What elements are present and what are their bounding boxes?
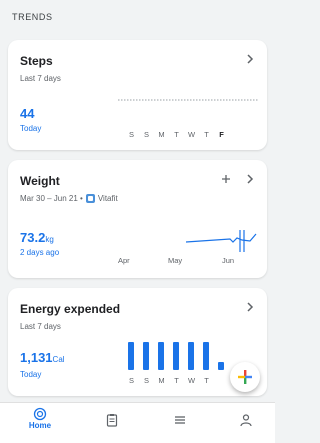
section-title: TRENDS xyxy=(12,12,53,22)
weight-date-text: Mar 30 – Jun 21 • xyxy=(20,194,83,203)
day-label: F xyxy=(219,130,224,139)
weight-trend-line xyxy=(185,230,257,252)
bottom-navigation: Home xyxy=(0,402,275,443)
chevron-right-icon[interactable] xyxy=(243,172,257,186)
steps-day-labels: S S M T W T F xyxy=(124,130,229,139)
nav-home-label: Home xyxy=(28,421,52,430)
add-icon[interactable] xyxy=(219,172,233,186)
energy-day-labels: S S M T W T xyxy=(124,376,214,385)
month-label: May xyxy=(168,256,183,265)
day-label: M xyxy=(158,376,165,385)
month-label: Jun xyxy=(222,256,235,265)
add-fab-button[interactable] xyxy=(230,362,260,392)
energy-bar xyxy=(218,362,224,370)
list-icon xyxy=(175,416,185,424)
month-label: Apr xyxy=(118,256,130,265)
weight-number: 73.2 xyxy=(20,230,46,245)
steps-value-label: Today xyxy=(20,124,42,133)
person-icon xyxy=(240,414,252,427)
energy-bar xyxy=(173,342,179,370)
nav-journal[interactable] xyxy=(92,413,132,427)
nav-browse[interactable] xyxy=(160,413,200,427)
steps-title: Steps xyxy=(20,54,53,68)
day-label: T xyxy=(204,376,209,385)
weight-card[interactable]: Weight Mar 30 – Jun 21 • Vitafit 73.2kg … xyxy=(8,160,267,278)
day-label: S xyxy=(143,130,149,139)
day-label: S xyxy=(143,376,149,385)
weight-source: Vitafit xyxy=(97,194,118,203)
energy-bar xyxy=(158,342,164,370)
nav-home[interactable]: Home xyxy=(20,407,60,430)
day-label: T xyxy=(174,130,179,139)
weight-unit: kg xyxy=(45,235,54,244)
energy-bar xyxy=(203,342,209,370)
day-label: T xyxy=(174,376,179,385)
weight-title: Weight xyxy=(20,174,60,188)
vitafit-app-icon xyxy=(85,194,95,203)
plus-icon xyxy=(238,370,252,384)
home-icon xyxy=(33,407,47,421)
steps-value: 44 xyxy=(20,106,35,121)
weight-value: 73.2kg xyxy=(20,230,54,245)
chevron-right-icon[interactable] xyxy=(243,52,257,66)
day-label: T xyxy=(204,130,209,139)
steps-baseline xyxy=(118,99,258,101)
energy-card[interactable]: Energy expended Last 7 days 1,131Cal Tod… xyxy=(8,288,267,396)
clipboard-icon xyxy=(106,414,118,427)
steps-card[interactable]: Steps Last 7 days 44 Today S S M T W T F xyxy=(8,40,267,150)
steps-subtitle: Last 7 days xyxy=(20,74,61,83)
day-label: S xyxy=(128,130,134,139)
energy-bar xyxy=(128,342,134,370)
nav-profile[interactable] xyxy=(226,413,266,427)
day-label: S xyxy=(128,376,134,385)
day-label: W xyxy=(187,376,196,385)
energy-bar xyxy=(143,342,149,370)
weight-value-label: 2 days ago xyxy=(20,248,60,257)
energy-bar xyxy=(188,342,194,370)
weight-date-range: Mar 30 – Jun 21 • Vitafit xyxy=(20,194,118,203)
day-label: W xyxy=(187,130,196,139)
day-label: M xyxy=(158,130,165,139)
